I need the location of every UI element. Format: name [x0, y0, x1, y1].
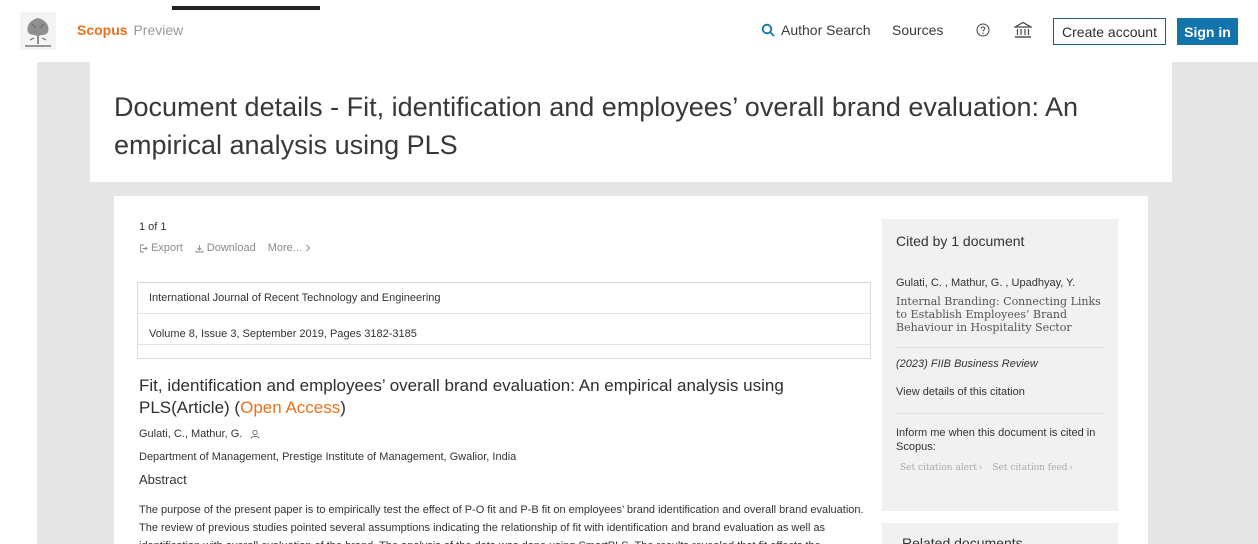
export-action[interactable]: Export	[139, 242, 183, 254]
author-search-label: Author Search	[781, 22, 871, 38]
export-icon	[140, 244, 148, 252]
download-icon	[195, 244, 204, 252]
citing-journal: (2023) FIIB Business Review	[896, 358, 1038, 370]
source-info-box: International Journal of Recent Technolo…	[137, 282, 871, 359]
article-title: Fit, identification and employees’ overa…	[139, 375, 874, 419]
cited-by-title: Cited by 1 document	[896, 233, 1025, 249]
inform-me-text: Inform me when this document is cited in…	[896, 427, 1096, 453]
download-action[interactable]: Download	[195, 242, 256, 254]
abstract-text: The purpose of the present paper is to e…	[139, 504, 864, 544]
institution-icon[interactable]	[1014, 21, 1032, 39]
export-label: Export	[151, 242, 183, 254]
elsevier-logo[interactable]	[20, 12, 56, 50]
search-icon	[761, 23, 775, 37]
top-nav: Scopus Preview Author Search Sources Cre…	[0, 0, 1258, 62]
related-documents-panel: Related documents	[882, 523, 1118, 544]
divider	[896, 413, 1104, 414]
more-action[interactable]: More...	[268, 242, 311, 254]
source-volume: Volume 8, Issue 3, September 2019, Pages…	[149, 328, 417, 340]
sign-in-button[interactable]: Sign in	[1177, 18, 1238, 45]
chevron-right-icon	[306, 244, 311, 252]
document-actions: Export Download More...	[139, 242, 311, 254]
view-citation-details-link[interactable]: View details of this citation	[896, 386, 1025, 398]
more-label: More...	[267, 242, 302, 254]
citing-document-title[interactable]: Internal Branding: Connecting Links to E…	[896, 295, 1104, 334]
citing-authors[interactable]: Gulati, C. , Mathur, G. , Upadhyay, Y.	[896, 277, 1075, 289]
scopus-brand[interactable]: Scopus Preview	[77, 22, 183, 38]
set-citation-feed-link[interactable]: Set citation feed ›	[992, 463, 1073, 473]
related-documents-title: Related documents	[902, 535, 1023, 544]
result-pager: 1 of 1	[139, 221, 167, 233]
brand-name: Scopus	[77, 22, 128, 38]
author-profile-icon[interactable]	[250, 429, 260, 439]
cited-by-panel: Cited by 1 document Gulati, C. , Mathur,…	[882, 219, 1118, 511]
page-title: Document details - Fit, identification a…	[114, 92, 1079, 160]
open-access-close-paren: )	[340, 398, 346, 417]
source-journal-link[interactable]: International Journal of Recent Technolo…	[149, 292, 441, 304]
divider	[138, 313, 870, 314]
title-card: Document details - Fit, identification a…	[90, 62, 1172, 182]
open-access-label[interactable]: Open Access	[240, 398, 340, 417]
divider	[138, 344, 870, 345]
set-citation-feed-label: Set citation feed	[992, 463, 1068, 473]
author-list: Gulati, C., Mathur, G.	[139, 428, 260, 440]
sources-link[interactable]: Sources	[892, 22, 943, 38]
citation-alert-links: Set citation alert › Set citation feed ›	[900, 463, 1073, 473]
abstract-heading: Abstract	[139, 472, 187, 487]
help-icon[interactable]	[976, 23, 990, 37]
active-tab-indicator	[172, 6, 320, 10]
divider	[896, 347, 1104, 348]
author-search-link[interactable]: Author Search	[761, 22, 871, 38]
set-citation-alert-label: Set citation alert	[900, 463, 977, 473]
brand-sub: Preview	[133, 22, 184, 38]
download-label: Download	[206, 242, 256, 254]
authors-text[interactable]: Gulati, C., Mathur, G.	[139, 428, 242, 440]
set-citation-alert-link[interactable]: Set citation alert ›	[900, 463, 982, 473]
affiliation: Department of Management, Prestige Insti…	[139, 451, 517, 463]
create-account-button[interactable]: Create account	[1053, 18, 1166, 45]
